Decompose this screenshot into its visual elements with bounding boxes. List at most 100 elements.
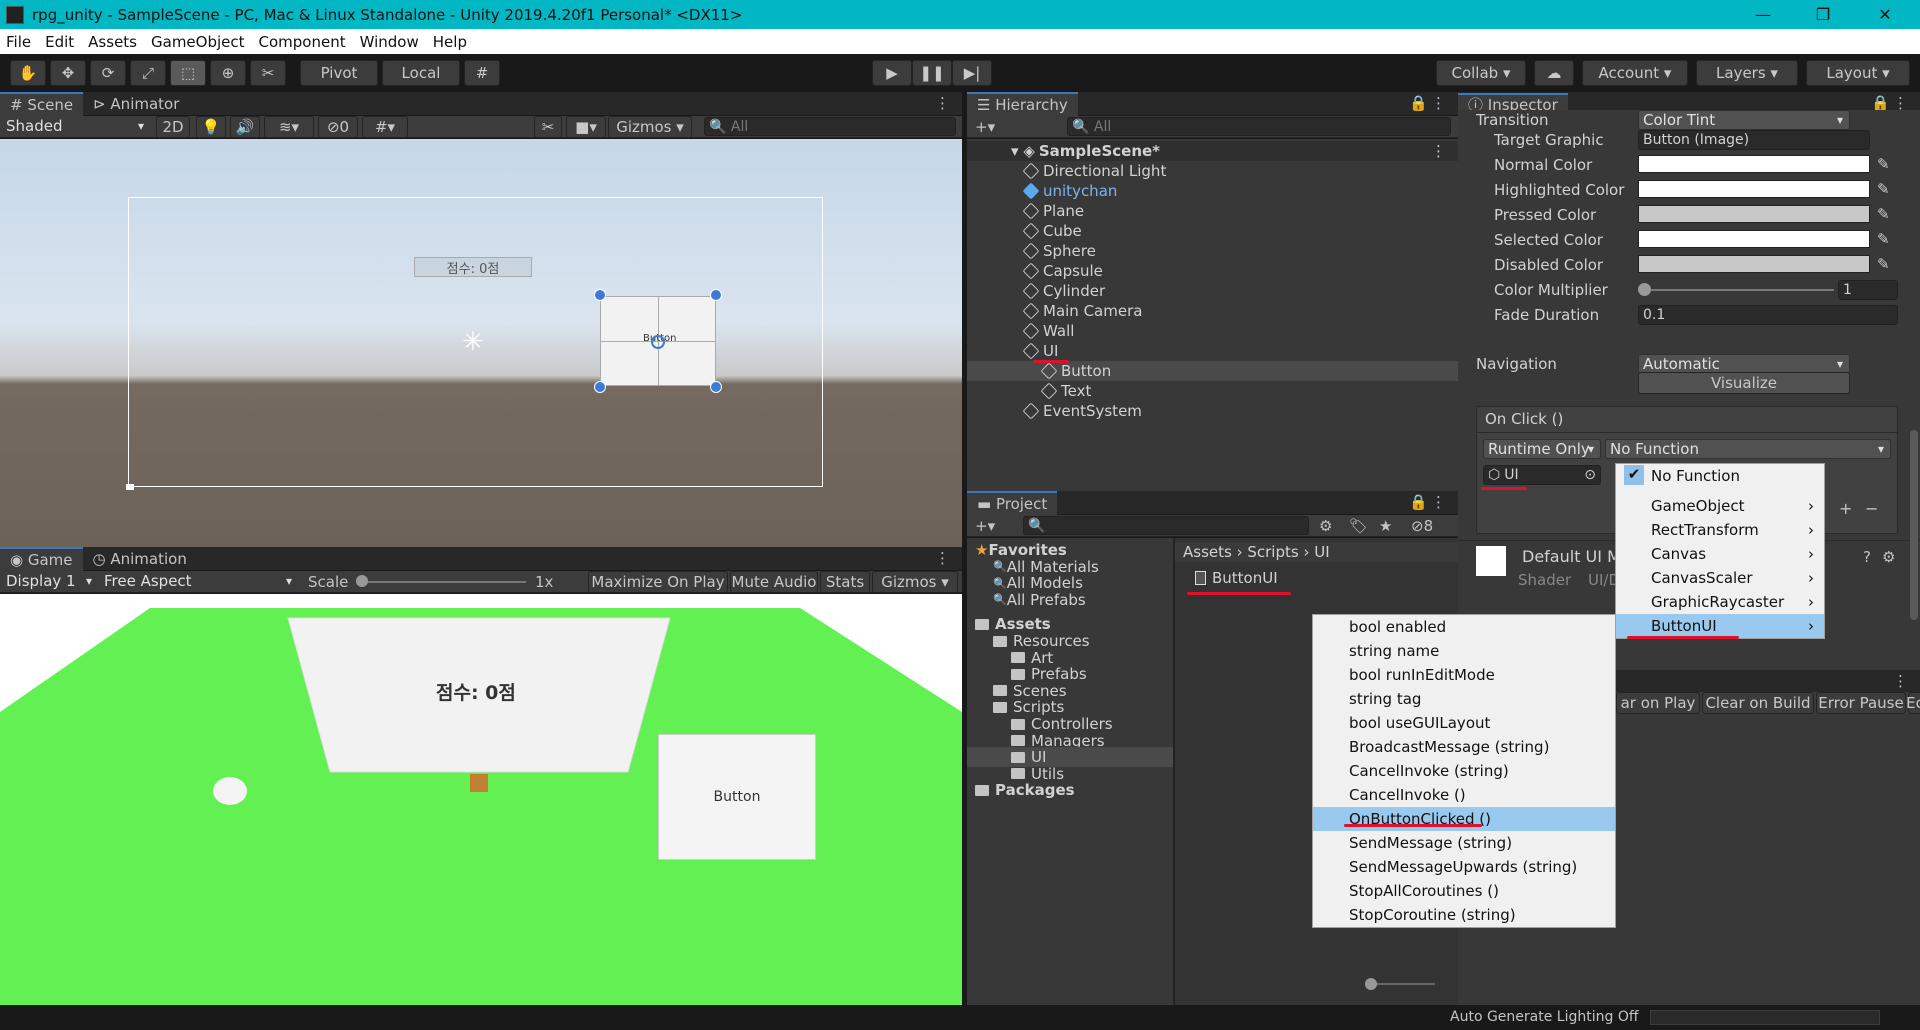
game-button[interactable]: Button: [658, 734, 816, 860]
tab-game[interactable]: ◉ Game: [0, 546, 83, 571]
hierarchy-item[interactable]: EventSystem: [967, 401, 1458, 421]
pivot-toggle[interactable]: Pivot: [300, 60, 378, 86]
menu-window[interactable]: Window: [360, 33, 419, 51]
function-menu-item[interactable]: bool runInEditMode: [1313, 663, 1615, 687]
component-menu-item[interactable]: ButtonUI ›: [1616, 614, 1824, 638]
pause-button[interactable]: ❚❚: [912, 60, 952, 86]
project-lock-icon[interactable]: 🔒: [1409, 493, 1428, 511]
hierarchy-item[interactable]: Capsule: [967, 261, 1458, 281]
collab-dropdown[interactable]: Collab ▾: [1436, 60, 1526, 86]
hierarchy-item[interactable]: Main Camera: [967, 301, 1458, 321]
tab-animation[interactable]: ◷ Animation: [83, 547, 197, 571]
scene-more-icon[interactable]: ⋮: [1431, 142, 1446, 160]
breadcrumb-ui[interactable]: UI: [1314, 543, 1329, 561]
2d-toggle[interactable]: 2D: [156, 116, 190, 138]
scene-search-input[interactable]: 🔍 All: [704, 117, 956, 136]
clear-on-play-toggle[interactable]: ar on Play: [1616, 692, 1700, 714]
game-gizmos-dropdown[interactable]: Gizmos ▾: [872, 571, 958, 593]
color-field[interactable]: ✎: [1638, 155, 1890, 173]
function-menu-item[interactable]: StopCoroutine (string): [1313, 903, 1615, 927]
display-dropdown[interactable]: Display 1: [2, 571, 98, 591]
lighting-icon[interactable]: 💡: [196, 116, 226, 138]
function-menu-item[interactable]: string tag: [1313, 687, 1615, 711]
hierarchy-item[interactable]: Sphere: [967, 241, 1458, 261]
eyedropper-icon[interactable]: ✎: [1877, 180, 1890, 198]
shading-dropdown[interactable]: Shaded: [2, 116, 150, 136]
eyedropper-icon[interactable]: ✎: [1877, 205, 1890, 223]
color-field[interactable]: ✎: [1638, 255, 1890, 273]
color-multiplier-slider[interactable]: 1: [1638, 280, 1898, 300]
minimize-button[interactable]: —: [1733, 0, 1793, 29]
object-picker-icon[interactable]: ⊙: [1584, 467, 1596, 483]
move-tool-icon[interactable]: ✥: [50, 60, 86, 86]
rect-handle-br[interactable]: [710, 381, 722, 393]
function-menu-item[interactable]: bool enabled: [1313, 615, 1615, 639]
scene-button-rect[interactable]: Button: [600, 296, 716, 386]
function-menu-item[interactable]: bool useGUILayout: [1313, 711, 1615, 735]
maximize-on-play-toggle[interactable]: Maximize On Play: [588, 571, 728, 593]
error-pause-toggle[interactable]: Error Pause: [1816, 692, 1906, 714]
hierarchy-item[interactable]: Cylinder: [967, 281, 1458, 301]
snap-grid-icon[interactable]: #: [464, 60, 500, 86]
menu-component[interactable]: Component: [259, 33, 346, 51]
menu-assets[interactable]: Assets: [88, 33, 137, 51]
color-field[interactable]: ✎: [1638, 230, 1890, 248]
project-tree-item[interactable]: Packages: [967, 780, 1173, 800]
hierarchy-item[interactable]: Directional Light: [967, 161, 1458, 181]
function-menu-item[interactable]: CancelInvoke (): [1313, 783, 1615, 807]
rect-handle-tr[interactable]: [710, 289, 722, 301]
visualize-button[interactable]: Visualize: [1638, 372, 1850, 394]
scale-tool-icon[interactable]: ⤢: [130, 60, 166, 86]
menu-edit[interactable]: Edit: [45, 33, 74, 51]
function-menu-item[interactable]: StopAllCoroutines (): [1313, 879, 1615, 903]
aspect-dropdown[interactable]: Free Aspect: [100, 571, 298, 591]
step-button[interactable]: ▶|: [952, 60, 992, 86]
function-menu-item[interactable]: BroadcastMessage (string): [1313, 735, 1615, 759]
camera-icon[interactable]: ■▾: [566, 116, 606, 138]
function-menu-item[interactable]: SendMessageUpwards (string): [1313, 855, 1615, 879]
eyedropper-icon[interactable]: ✎: [1877, 230, 1890, 248]
project-search-input[interactable]: 🔍: [1023, 516, 1309, 535]
menu-gameobject[interactable]: GameObject: [151, 33, 245, 51]
eyedropper-icon[interactable]: ✎: [1877, 155, 1890, 173]
scene-gizmos-dropdown[interactable]: Gizmos ▾: [608, 116, 692, 138]
target-object-field[interactable]: ⬡ UI ⊙: [1483, 465, 1601, 485]
scene-tools-icon[interactable]: ✂: [534, 116, 562, 138]
scene-viewport[interactable]: 점수: 0점 ✳ Button: [0, 139, 962, 547]
account-dropdown[interactable]: Account ▾: [1582, 60, 1688, 86]
scene-more-icon[interactable]: ⋮: [935, 94, 950, 112]
tab-animator[interactable]: ⊳ Animator: [83, 92, 189, 116]
light-gizmo-icon[interactable]: ✳: [462, 327, 484, 357]
project-more-icon[interactable]: ⋮: [1431, 493, 1446, 511]
project-add-button[interactable]: +▾: [975, 517, 995, 535]
transition-dropdown[interactable]: Color Tint: [1638, 110, 1850, 130]
cloud-icon[interactable]: ☁: [1534, 60, 1574, 86]
settings-gear-icon[interactable]: ⚙: [1882, 548, 1895, 566]
clear-on-build-toggle[interactable]: Clear on Build: [1702, 692, 1814, 714]
hierarchy-lock-icon[interactable]: 🔒: [1409, 94, 1428, 112]
hierarchy-more-icon[interactable]: ⋮: [1431, 94, 1446, 112]
color-field[interactable]: ✎: [1638, 205, 1890, 223]
help-icon[interactable]: ?: [1863, 548, 1871, 566]
rect-handle-bl[interactable]: [594, 381, 606, 393]
asset-buttonui[interactable]: ButtonUI: [1195, 568, 1278, 588]
function-dropdown[interactable]: No Function: [1605, 439, 1891, 459]
hierarchy-item[interactable]: Text: [967, 381, 1458, 401]
editor-dropdown[interactable]: Ec: [1906, 692, 1920, 714]
console-more-icon[interactable]: ⋮: [1893, 672, 1908, 690]
scene-score-text[interactable]: 점수: 0점: [414, 257, 532, 277]
filter-type-icon[interactable]: ⚙: [1319, 517, 1332, 535]
tab-scene[interactable]: # Scene: [0, 91, 84, 116]
fade-duration-field[interactable]: 0.1: [1638, 305, 1898, 325]
target-graphic-field[interactable]: Button (Image): [1638, 130, 1870, 150]
color-multiplier-value[interactable]: 1: [1838, 280, 1898, 300]
layers-dropdown[interactable]: Layers ▾: [1696, 60, 1798, 86]
eyedropper-icon[interactable]: ✎: [1877, 255, 1890, 273]
audio-icon[interactable]: 🔊: [230, 116, 260, 138]
component-menu-item[interactable]: ✔ No Function: [1616, 464, 1824, 488]
maximize-button[interactable]: ❐: [1793, 0, 1853, 29]
hand-tool-icon[interactable]: ✋: [10, 60, 46, 86]
game-viewport[interactable]: 점수: 0점 Button: [0, 594, 962, 1005]
hierarchy-search-input[interactable]: 🔍 All: [1067, 117, 1451, 136]
icon-size-slider-thumb[interactable]: [1365, 978, 1377, 990]
